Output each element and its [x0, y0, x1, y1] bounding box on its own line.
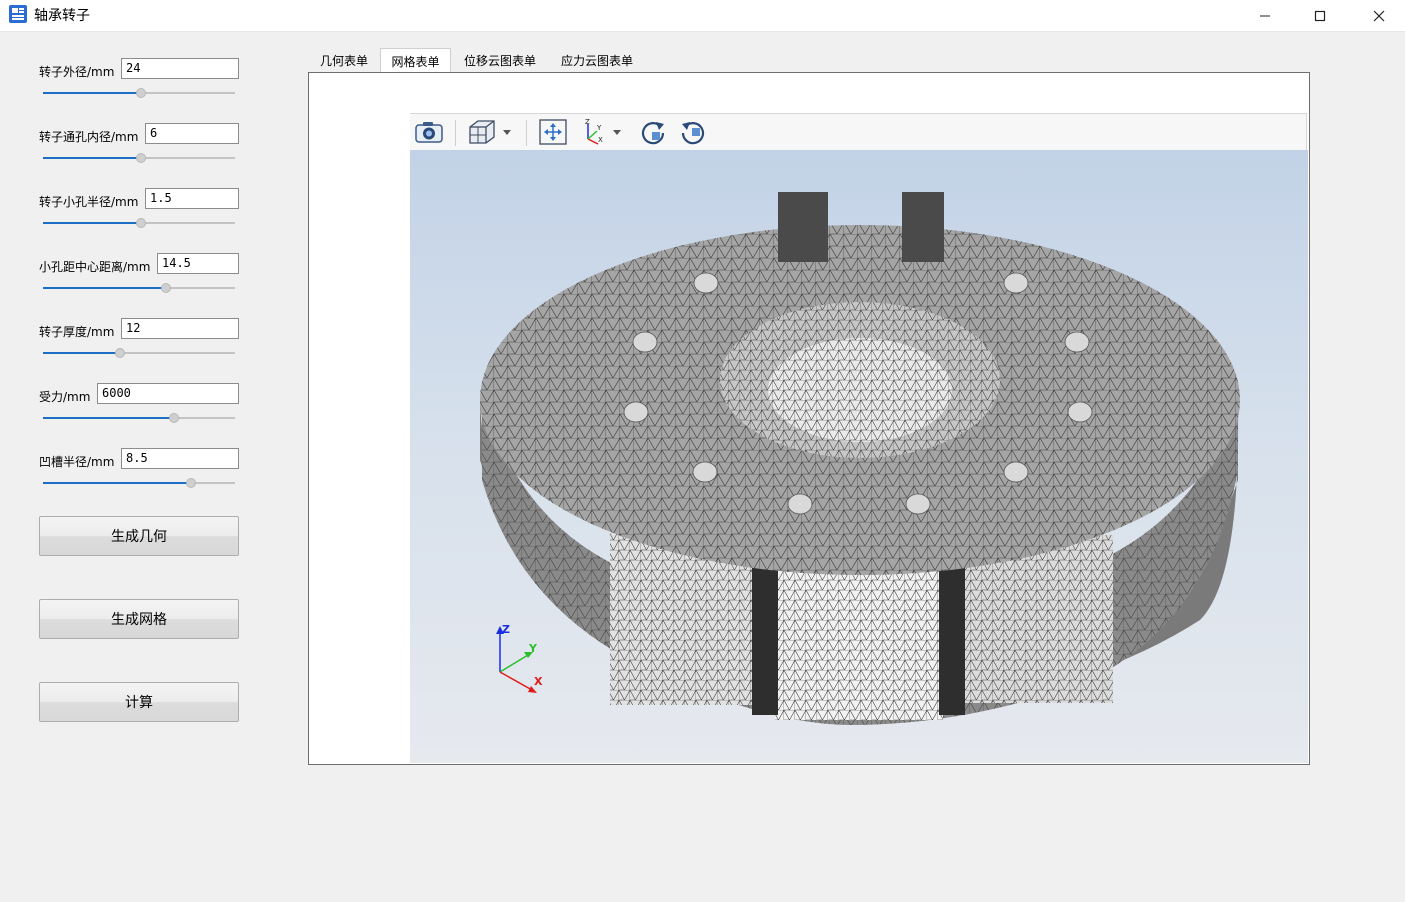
outer-diameter-label: 转子外径/mm	[39, 65, 115, 79]
outer-diameter-input[interactable]: 24	[121, 58, 239, 79]
slider-handle[interactable]	[114, 348, 125, 358]
cube-view-icon	[469, 120, 511, 144]
generate-mesh-button[interactable]: 生成网格	[39, 599, 239, 639]
slider-handle[interactable]	[135, 88, 146, 98]
slider-handle[interactable]	[135, 218, 146, 228]
rotate-cw-icon	[641, 122, 665, 145]
mesh-viewer: Z Y X Z Y X	[410, 113, 1308, 763]
slider-handle[interactable]	[185, 478, 196, 488]
rotate-ccw-button[interactable]	[678, 118, 708, 146]
axis-triad: Z Y X	[496, 623, 543, 693]
fit-view-icon	[539, 119, 567, 145]
axes-orientation-dropdown[interactable]: Z Y X	[580, 118, 628, 146]
groove-radius-slider[interactable]	[43, 477, 235, 489]
bore-diameter-input[interactable]: 6	[145, 123, 239, 144]
tab-stress[interactable]: 应力云图表单	[549, 48, 645, 73]
force-slider[interactable]	[43, 412, 235, 424]
generate-geometry-button[interactable]: 生成几何	[39, 516, 239, 556]
axis-y-label: Y	[528, 642, 538, 655]
force-input[interactable]: 6000	[97, 383, 239, 404]
screenshot-button[interactable]	[414, 118, 444, 146]
svg-text:Z: Z	[585, 118, 590, 126]
thickness-input[interactable]: 12	[121, 318, 239, 339]
minimize-icon	[1260, 15, 1270, 16]
rotor-mesh-model: Z Y X	[480, 192, 1240, 725]
tab-geometry[interactable]: 几何表单	[309, 48, 379, 73]
axes-orientation-icon: Z Y X	[585, 118, 621, 145]
app-icon	[8, 4, 28, 24]
hole-center-distance-input[interactable]: 14.5	[157, 253, 239, 274]
viewer-toolbar: Z Y X	[410, 113, 1307, 150]
title-bar: 轴承转子	[0, 0, 1405, 32]
svg-text:X: X	[598, 136, 603, 144]
camera-icon	[415, 122, 443, 143]
axis-z-label: Z	[502, 623, 510, 636]
groove-radius-label: 凹槽半径/mm	[39, 455, 115, 469]
bore-diameter-label: 转子通孔内径/mm	[39, 130, 139, 144]
slider-handle[interactable]	[135, 153, 146, 163]
axis-x-label: X	[534, 675, 543, 688]
view-cube-dropdown[interactable]	[466, 118, 514, 146]
tab-displacement[interactable]: 位移云图表单	[452, 48, 548, 73]
outer-diameter-slider[interactable]	[43, 87, 235, 99]
force-label: 受力/mm	[39, 390, 91, 404]
close-icon	[1373, 10, 1385, 21]
small-hole-radius-label: 转子小孔半径/mm	[39, 195, 139, 209]
fit-view-button[interactable]	[538, 118, 568, 146]
thickness-slider[interactable]	[43, 347, 235, 359]
hole-center-distance-label: 小孔距中心距离/mm	[39, 260, 151, 274]
hole-center-distance-slider[interactable]	[43, 282, 235, 294]
close-button[interactable]	[1350, 0, 1405, 31]
slider-handle[interactable]	[160, 283, 171, 293]
groove-radius-input[interactable]: 8.5	[121, 448, 239, 469]
tab-mesh[interactable]: 网格表单	[380, 48, 451, 74]
svg-text:Y: Y	[596, 124, 602, 132]
thickness-label: 转子厚度/mm	[39, 325, 115, 339]
rotate-ccw-icon	[681, 122, 705, 145]
slider-handle[interactable]	[168, 413, 179, 423]
maximize-button[interactable]	[1291, 0, 1349, 31]
bore-diameter-slider[interactable]	[43, 152, 235, 164]
rotate-cw-button[interactable]	[638, 118, 668, 146]
small-hole-radius-slider[interactable]	[43, 217, 235, 229]
render-viewport[interactable]: Z Y X	[410, 150, 1308, 763]
small-hole-radius-input[interactable]: 1.5	[145, 188, 239, 209]
maximize-icon	[1314, 10, 1326, 21]
window-title: 轴承转子	[34, 8, 90, 24]
compute-button[interactable]: 计算	[39, 682, 239, 722]
minimize-button[interactable]	[1236, 0, 1294, 31]
